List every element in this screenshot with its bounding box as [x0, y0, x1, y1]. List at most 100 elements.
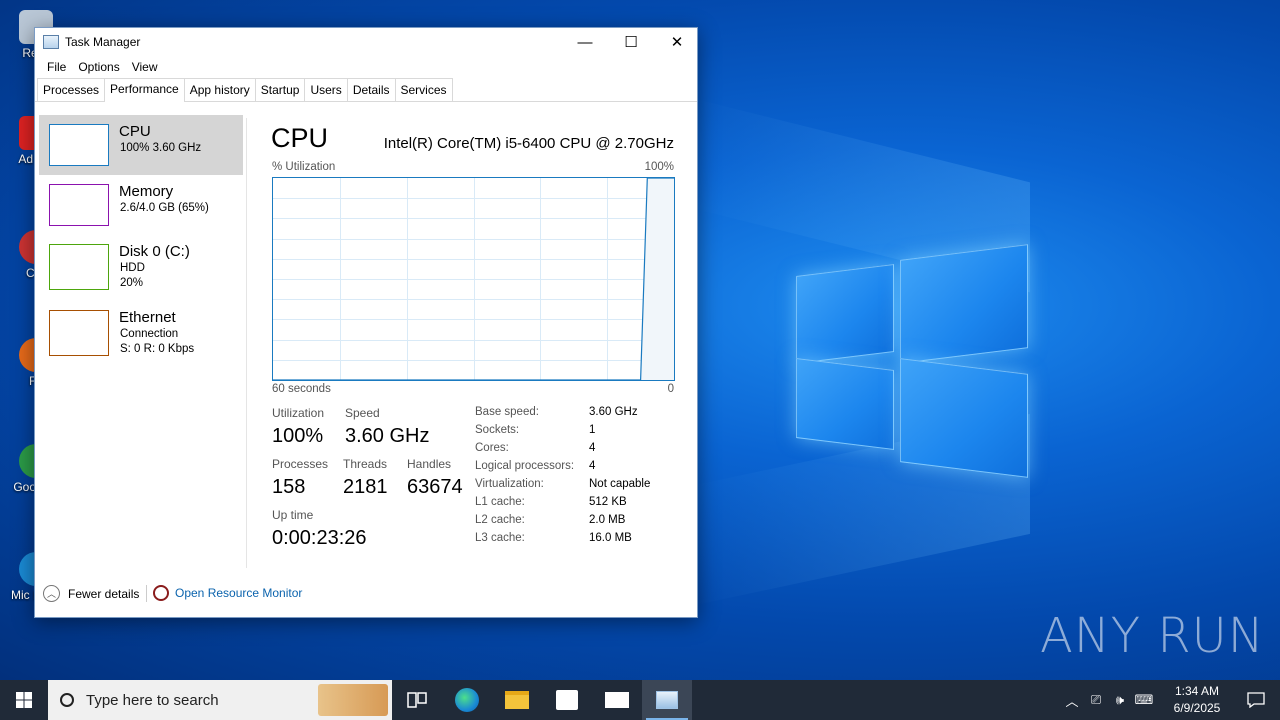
fewer-details-label: Fewer details — [68, 586, 140, 601]
panel-divider — [246, 118, 247, 568]
search-highlight-image — [318, 684, 388, 716]
mail-icon — [605, 692, 629, 708]
close-icon: ✕ — [670, 34, 684, 51]
utilization-label: Utilization — [272, 406, 325, 420]
spec-key: Base speed: — [475, 406, 539, 418]
network-icon[interactable]: ⎚ — [1084, 692, 1108, 708]
resource-item-disk[interactable]: Disk 0 (C:) HDD 20% — [39, 235, 243, 301]
resource-detail: HDD — [120, 262, 145, 274]
spec-value: 3.60 GHz — [589, 406, 638, 418]
volume-icon[interactable]: 🕪 — [1108, 692, 1132, 708]
system-tray: ︿ ⎚ 🕪 ⌨ 1:34 AM 6/9/2025 — [1060, 680, 1280, 720]
resource-item-cpu[interactable]: CPU 100% 3.60 GHz — [39, 115, 243, 175]
utilization-max-label: 100% — [644, 161, 674, 173]
task-manager-window: Task Manager — ☐ ✕ File Options View Pro… — [34, 27, 698, 618]
anyrun-watermark: ANY RUN — [1040, 608, 1265, 664]
menu-options[interactable]: Options — [72, 60, 125, 74]
resource-detail: Connection — [120, 328, 179, 340]
taskbar-task-manager[interactable] — [642, 680, 692, 720]
tab-services[interactable]: Services — [394, 78, 453, 101]
processes-label: Processes — [272, 457, 329, 471]
minimize-button[interactable]: — — [562, 28, 608, 56]
taskbar-edge[interactable] — [442, 680, 492, 720]
tab-processes[interactable]: Processes — [37, 78, 106, 101]
task-view-button[interactable] — [392, 680, 442, 720]
resource-item-memory[interactable]: Memory 2.6/4.0 GB (65%) — [39, 175, 243, 235]
task-view-icon — [407, 692, 427, 708]
processes-value: 158 — [272, 476, 306, 498]
chevron-up-icon: ︿ — [43, 585, 60, 602]
taskbar-search-box[interactable]: Type here to search — [48, 680, 392, 720]
resource-detail: 20% — [120, 277, 144, 289]
spec-key: L3 cache: — [475, 532, 525, 544]
start-button[interactable] — [0, 680, 48, 720]
spec-value: 2.0 MB — [589, 514, 626, 526]
title-bar[interactable]: Task Manager — ☐ ✕ — [35, 28, 697, 56]
minimize-icon: — — [577, 33, 593, 51]
tab-bar: Processes Performance App history Startu… — [35, 78, 697, 102]
tab-details[interactable]: Details — [346, 78, 396, 101]
cpu-heading: CPU — [271, 123, 329, 153]
resource-name: Memory — [119, 183, 174, 200]
spec-key: Logical processors: — [475, 460, 575, 472]
window-title: Task Manager — [65, 35, 141, 49]
spec-key: L2 cache: — [475, 514, 525, 526]
tab-users[interactable]: Users — [304, 78, 348, 101]
resource-detail: 100% 3.60 GHz — [120, 142, 202, 154]
uptime-label: Up time — [272, 508, 314, 522]
input-icon[interactable]: ⌨ — [1132, 692, 1156, 708]
graph-svg — [273, 177, 674, 381]
spec-key: Sockets: — [475, 424, 520, 436]
spec-key: L1 cache: — [475, 496, 525, 508]
folder-icon — [505, 691, 529, 709]
task-manager-icon — [656, 691, 678, 709]
close-button[interactable]: ✕ — [654, 28, 700, 56]
resource-detail: 2.6/4.0 GB (65%) — [120, 202, 209, 214]
maximize-button[interactable]: ☐ — [608, 28, 654, 56]
taskbar-file-explorer[interactable] — [492, 680, 542, 720]
spec-value: 4 — [589, 442, 596, 454]
tab-app-history[interactable]: App history — [183, 78, 256, 101]
resource-monitor-label: Open Resource Monitor — [175, 586, 303, 600]
fewer-details-button[interactable]: ︿ Fewer details — [43, 585, 139, 602]
threads-label: Threads — [343, 457, 388, 471]
handles-label: Handles — [407, 457, 452, 471]
graph-time-span-label: 60 seconds — [272, 383, 331, 395]
tab-startup[interactable]: Startup — [254, 78, 306, 101]
chevron-up-icon[interactable]: ︿ — [1060, 691, 1084, 710]
spec-key: Virtualization: — [475, 478, 544, 490]
footer-divider — [146, 585, 147, 602]
spec-value: 16.0 MB — [589, 532, 632, 544]
threads-value: 2181 — [343, 476, 388, 498]
search-placeholder: Type here to search — [86, 691, 219, 709]
clock[interactable]: 1:34 AM 6/9/2025 — [1162, 683, 1232, 717]
spec-value: 1 — [589, 424, 596, 436]
clock-date: 6/9/2025 — [1173, 701, 1221, 715]
resource-name: Disk 0 (C:) — [119, 243, 190, 260]
utilization-axis-label: % Utilization — [272, 161, 336, 173]
spec-value: Not capable — [589, 478, 651, 490]
action-center-button[interactable] — [1232, 692, 1280, 708]
windows-start-icon — [16, 692, 32, 708]
taskbar: Type here to search ︿ ⎚ 🕪 ⌨ 1:34 AM 6/9/… — [0, 680, 1280, 720]
open-resource-monitor-link[interactable]: Open Resource Monitor — [153, 585, 302, 601]
resource-name: CPU — [119, 123, 151, 140]
menu-file[interactable]: File — [41, 60, 72, 74]
resource-detail: S: 0 R: 0 Kbps — [120, 343, 195, 355]
speed-value: 3.60 GHz — [345, 425, 430, 447]
taskbar-store[interactable] — [542, 680, 592, 720]
uptime-value: 0:00:23:26 — [272, 527, 367, 549]
cpu-thumbnail — [49, 124, 109, 166]
clock-time: 1:34 AM — [1174, 684, 1220, 698]
resource-item-ethernet[interactable]: Ethernet Connection S: 0 R: 0 Kbps — [39, 301, 243, 367]
speed-label: Speed — [345, 406, 380, 420]
taskbar-mail[interactable] — [592, 680, 642, 720]
edge-icon — [455, 688, 479, 712]
utilization-value: 100% — [272, 425, 324, 447]
menu-view[interactable]: View — [126, 60, 164, 74]
resource-monitor-icon — [153, 585, 169, 601]
graph-time-zero-label: 0 — [667, 383, 674, 395]
menu-bar: File Options View — [35, 56, 697, 78]
spec-value: 512 KB — [589, 496, 627, 508]
tab-performance[interactable]: Performance — [104, 78, 185, 102]
